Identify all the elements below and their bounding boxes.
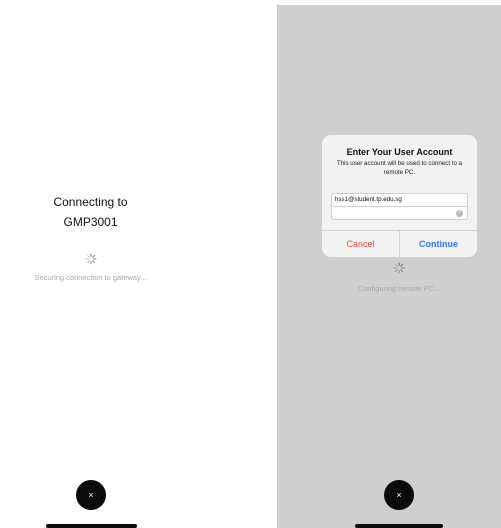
connecting-host-name: GMP3001 xyxy=(63,215,118,229)
clear-text-icon[interactable]: × xyxy=(456,210,463,217)
loading-spinner-icon xyxy=(85,253,97,265)
continue-button[interactable]: Continue xyxy=(400,231,477,257)
password-field[interactable]: × xyxy=(331,206,468,220)
connecting-title-line1: Connecting to xyxy=(53,195,128,209)
close-button[interactable]: × xyxy=(76,480,106,510)
loading-spinner-icon xyxy=(393,262,405,274)
connecting-screen: Connecting to GMP3001 Securing connectio… xyxy=(0,0,181,528)
home-indicator[interactable] xyxy=(46,524,137,528)
dialog-message: This user account will be used to connec… xyxy=(336,160,463,176)
user-account-dialog: Enter Your User Account This user accoun… xyxy=(322,135,477,257)
home-indicator[interactable] xyxy=(355,524,443,528)
dialog-actions: Cancel Continue xyxy=(322,230,477,257)
username-value: hss1@student.tp.edu.sg xyxy=(335,196,402,203)
connecting-title: Connecting to GMP3001 xyxy=(0,192,181,232)
close-icon: × xyxy=(88,490,94,500)
configuring-screen: Enter Your User Account This user accoun… xyxy=(277,5,501,528)
configuring-status-text: Configuring remote PC... xyxy=(357,284,441,293)
username-field[interactable]: hss1@student.tp.edu.sg xyxy=(331,193,468,207)
dialog-title: Enter Your User Account xyxy=(346,147,453,157)
close-icon: × xyxy=(396,490,402,500)
cancel-button[interactable]: Cancel xyxy=(322,231,399,257)
connection-status-text: Securing connection to gateway... xyxy=(34,273,147,282)
close-button[interactable]: × xyxy=(384,480,414,510)
